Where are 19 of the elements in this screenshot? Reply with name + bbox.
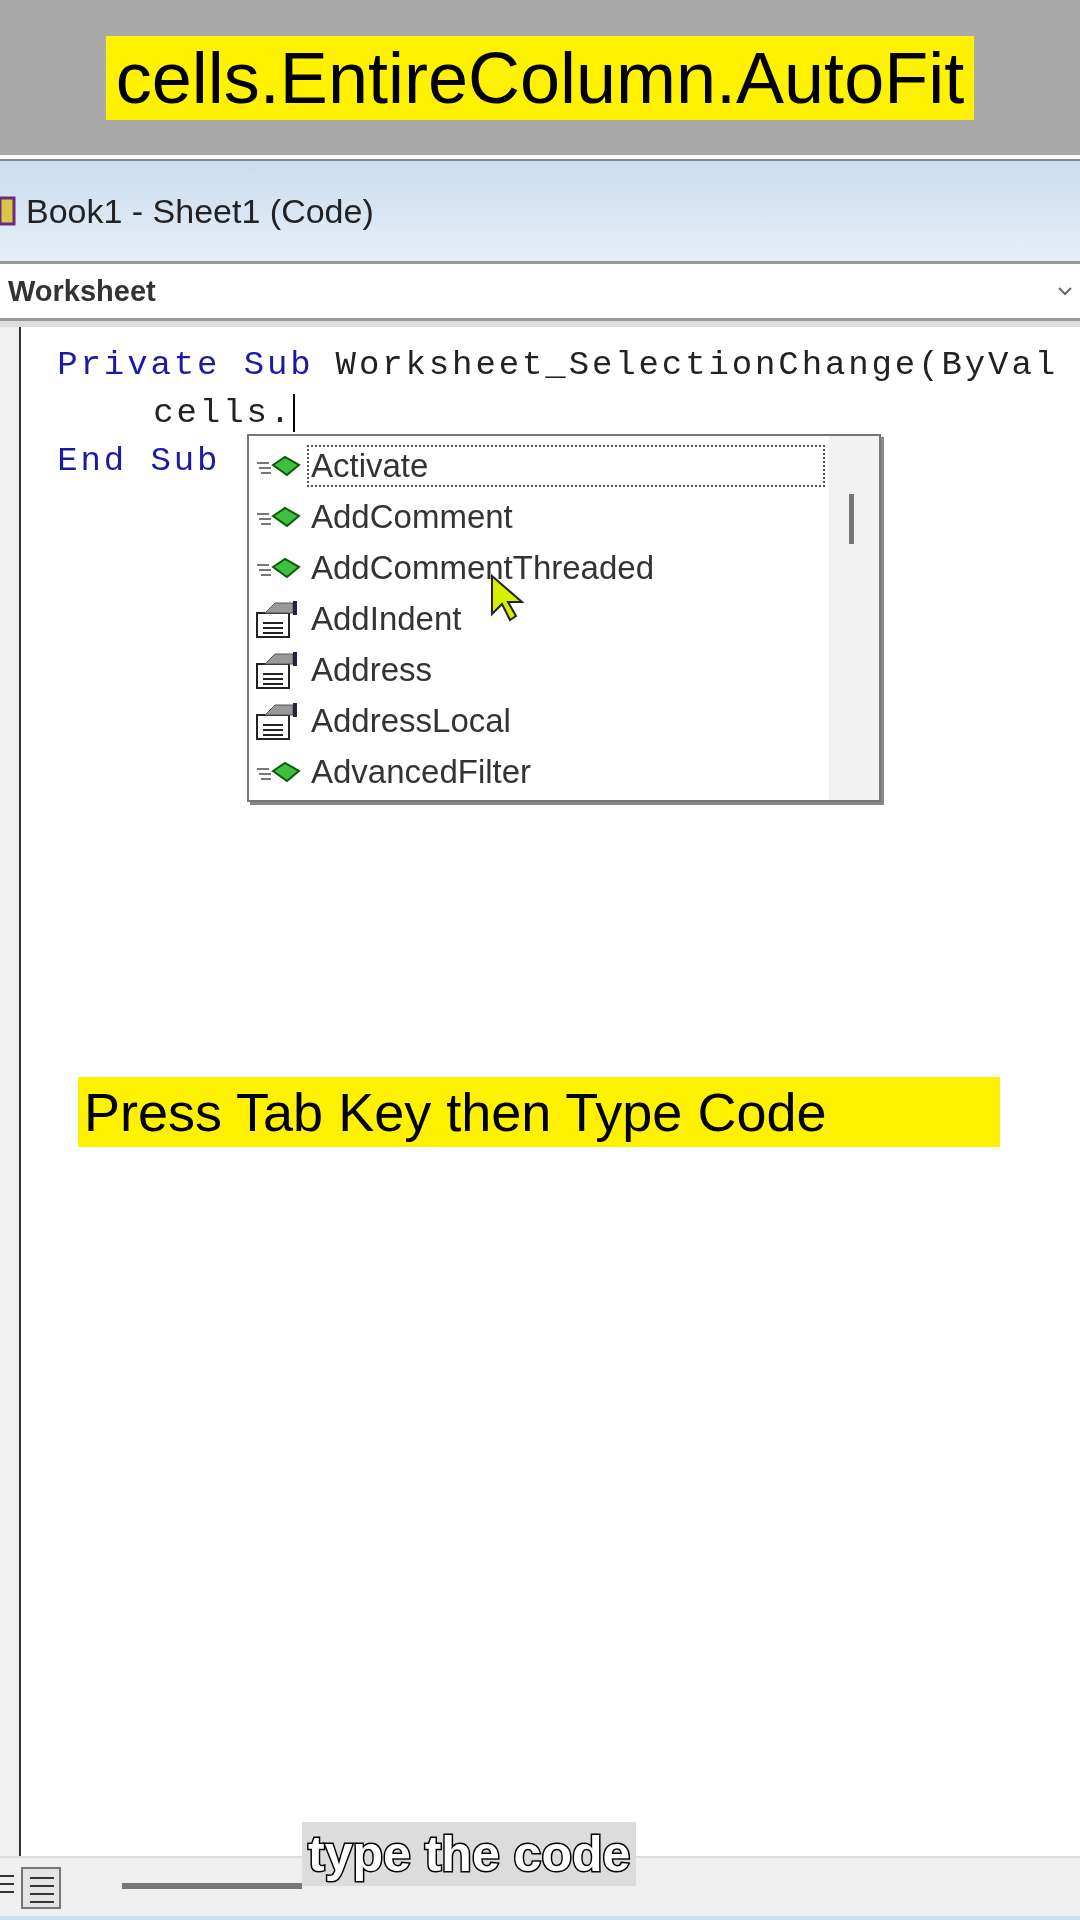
code-keyword: Private Sub bbox=[57, 345, 314, 386]
autocomplete-item[interactable]: AddComment bbox=[249, 491, 829, 542]
code-keyword: End Sub bbox=[57, 441, 221, 482]
autocomplete-item[interactable]: Address bbox=[249, 644, 829, 695]
autocomplete-item[interactable]: AdvancedFilter bbox=[249, 746, 829, 797]
object-dropdown[interactable]: Worksheet bbox=[0, 261, 1080, 321]
window-title: Book1 - Sheet1 (Code) bbox=[26, 191, 374, 231]
caption-banner: cells.EntireColumn.AutoFit bbox=[105, 35, 975, 120]
autocomplete-item[interactable]: AddressLocal bbox=[249, 695, 829, 746]
autocomplete-item[interactable]: AddIndent bbox=[249, 593, 829, 644]
code-text: Worksheet_SelectionChange(ByVal bbox=[335, 345, 1058, 386]
autocomplete-item[interactable]: AddCommentThreaded bbox=[249, 542, 829, 593]
instruction-banner: Press Tab Key then Type Code bbox=[78, 1077, 1000, 1147]
code-text: cells. bbox=[153, 393, 294, 434]
workbook-icon bbox=[0, 194, 18, 228]
subtitle: type the code bbox=[302, 1822, 637, 1886]
scrollbar[interactable] bbox=[829, 436, 879, 800]
chevron-down-icon bbox=[1058, 286, 1072, 296]
view-toggle-icon[interactable] bbox=[0, 1864, 62, 1910]
